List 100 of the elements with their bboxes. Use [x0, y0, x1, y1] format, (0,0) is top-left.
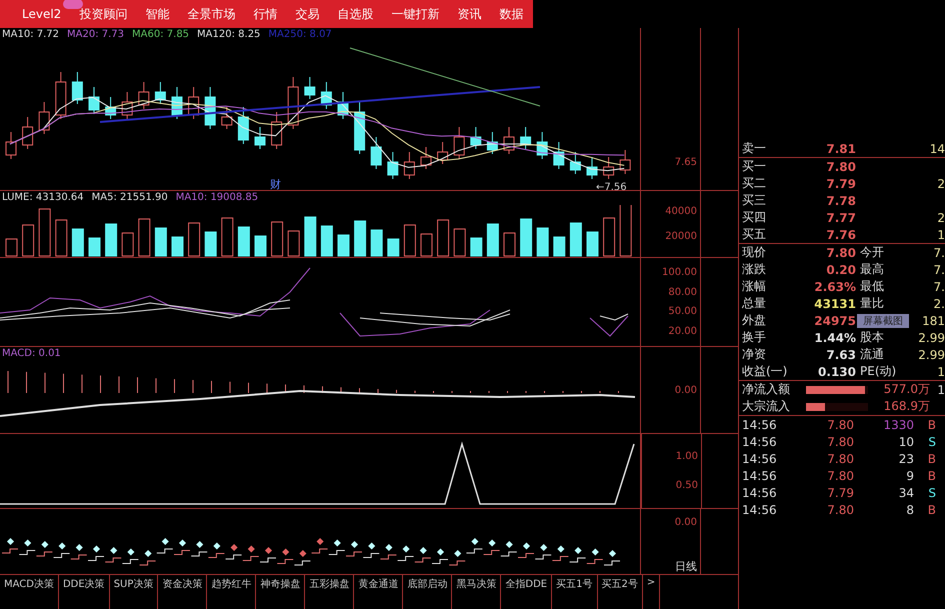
stat-value: 24975 — [813, 314, 856, 328]
menu-item[interactable]: Level2 — [22, 7, 62, 21]
tick-volume: 10 — [898, 434, 914, 448]
volume-bar — [470, 238, 482, 256]
legend-text: MA20: 7.73 — [67, 28, 124, 42]
stat-value: 7.63 — [825, 348, 856, 362]
indicator-tab[interactable]: 神奇操盘 — [256, 575, 306, 609]
stat-value: 1 — [937, 364, 945, 378]
screenshot-tooltip: 屏幕截图 — [857, 314, 909, 328]
menu-item[interactable]: 自选股 — [337, 6, 374, 22]
indicator-tab[interactable]: 底部启动 — [403, 575, 452, 609]
stat-label: 最低 — [859, 278, 885, 295]
candlestick — [105, 96, 116, 120]
axis-label: 80.00 — [668, 286, 697, 298]
axis-label: 50.00 — [668, 306, 697, 318]
tick-time: 14:56 — [741, 418, 778, 432]
quote-label: 买二 — [741, 175, 767, 192]
candlestick — [271, 112, 282, 150]
tick-time: 14:56 — [741, 502, 778, 516]
stat-label: PE(动) — [859, 363, 898, 380]
indicator-tab[interactable]: DDE决策 — [58, 575, 110, 609]
volume-bar — [338, 234, 350, 256]
menu-item[interactable]: 资讯 — [457, 6, 482, 22]
candlestick — [72, 72, 83, 104]
tick-volume: 1330 — [882, 418, 914, 432]
candlestick — [221, 106, 232, 130]
volume-bar — [38, 208, 51, 256]
volume-bar — [620, 205, 632, 256]
tick-price: 7.80 — [826, 468, 854, 482]
volume-bar — [154, 228, 167, 256]
axis-label: 1.00 — [676, 451, 698, 462]
volume-bar — [22, 224, 34, 256]
menu-item[interactable]: 交易 — [295, 6, 320, 22]
menu-item[interactable]: 智能 — [145, 6, 170, 22]
menu-item[interactable]: 一键打新 — [391, 6, 440, 22]
event-marker: 财 — [270, 178, 281, 190]
volume-bar — [55, 220, 68, 256]
tick-price: 7.80 — [826, 434, 854, 448]
stat-label: 最高 — [859, 261, 885, 278]
stat-label: 收益(一) — [741, 363, 788, 380]
volume-bar — [520, 218, 532, 256]
indicator-tab[interactable]: 黄金通道 — [354, 575, 404, 609]
candlestick — [288, 76, 299, 130]
volume-bar — [288, 230, 300, 256]
legend-text: MA120: 8.25 — [197, 28, 260, 42]
indicator-tab[interactable]: 黑马决策 — [452, 575, 502, 609]
indicator-tab[interactable]: MACD决策 — [0, 575, 59, 609]
candlestick — [387, 152, 398, 180]
axis-label: 0.50 — [676, 480, 698, 491]
volume-bar — [204, 232, 217, 256]
candlestick — [586, 156, 598, 180]
candlestick — [188, 86, 200, 120]
indicator-tab[interactable]: 全指DDE — [501, 575, 552, 609]
candlestick — [437, 142, 448, 164]
indicator-tab[interactable]: 资金决策 — [158, 575, 208, 609]
tick-volume: 34 — [898, 486, 914, 500]
candlestick — [204, 86, 216, 130]
candlestick — [504, 126, 514, 154]
tick-side: S — [927, 434, 936, 448]
volume-bar — [188, 222, 200, 256]
tick-time: 14:56 — [741, 486, 778, 500]
candlestick — [486, 132, 498, 154]
menu-item[interactable]: 行情 — [253, 6, 278, 22]
volume-bar — [354, 220, 366, 256]
stat-value: 0.20 — [825, 262, 856, 276]
quote-price: 7.76 — [825, 228, 856, 242]
indicator-tab[interactable]: 买五1号 — [552, 575, 598, 609]
axis-label: 40000 — [665, 206, 697, 217]
flow-label: 大宗流入 — [741, 398, 791, 415]
candlestick — [338, 92, 348, 120]
candlestick — [238, 106, 249, 144]
volume-bar — [320, 226, 333, 256]
indicator-tab[interactable]: 五彩操盘 — [305, 575, 354, 609]
candlestick — [320, 82, 332, 110]
candlestick — [55, 72, 66, 120]
volume-bar — [304, 216, 316, 256]
quote-label: 买五 — [741, 226, 767, 243]
tick-side: S — [927, 486, 936, 500]
stat-label: 涨幅 — [741, 278, 767, 295]
stat-value: 7.80 — [825, 246, 856, 260]
volume-bar — [603, 218, 616, 256]
indicator-tab[interactable]: 买五2号 — [598, 575, 643, 609]
volume-bar — [404, 224, 416, 256]
volume-bar — [504, 232, 516, 256]
stat-value: 0.130 — [817, 364, 856, 378]
candlestick — [620, 150, 631, 174]
legend-text: MA10: 7.72 — [2, 28, 60, 42]
axis-label: 100.00 — [662, 266, 697, 278]
menu-item[interactable]: 全景市场 — [187, 6, 236, 22]
volume-bar — [6, 238, 18, 256]
indicator-tab[interactable]: 趋势红牛 — [207, 575, 256, 609]
candlestick — [420, 146, 432, 170]
stat-value: 2. — [934, 296, 945, 310]
indicator-tab[interactable]: > — [642, 575, 660, 609]
candlestick — [254, 126, 266, 150]
volume-bar — [536, 228, 549, 256]
menu-item[interactable]: 数据 — [499, 6, 524, 22]
menu-item[interactable]: 投资顾问 — [79, 6, 128, 22]
indicator-tab[interactable]: SUP决策 — [110, 575, 158, 609]
stat-label: 现价 — [741, 244, 767, 261]
